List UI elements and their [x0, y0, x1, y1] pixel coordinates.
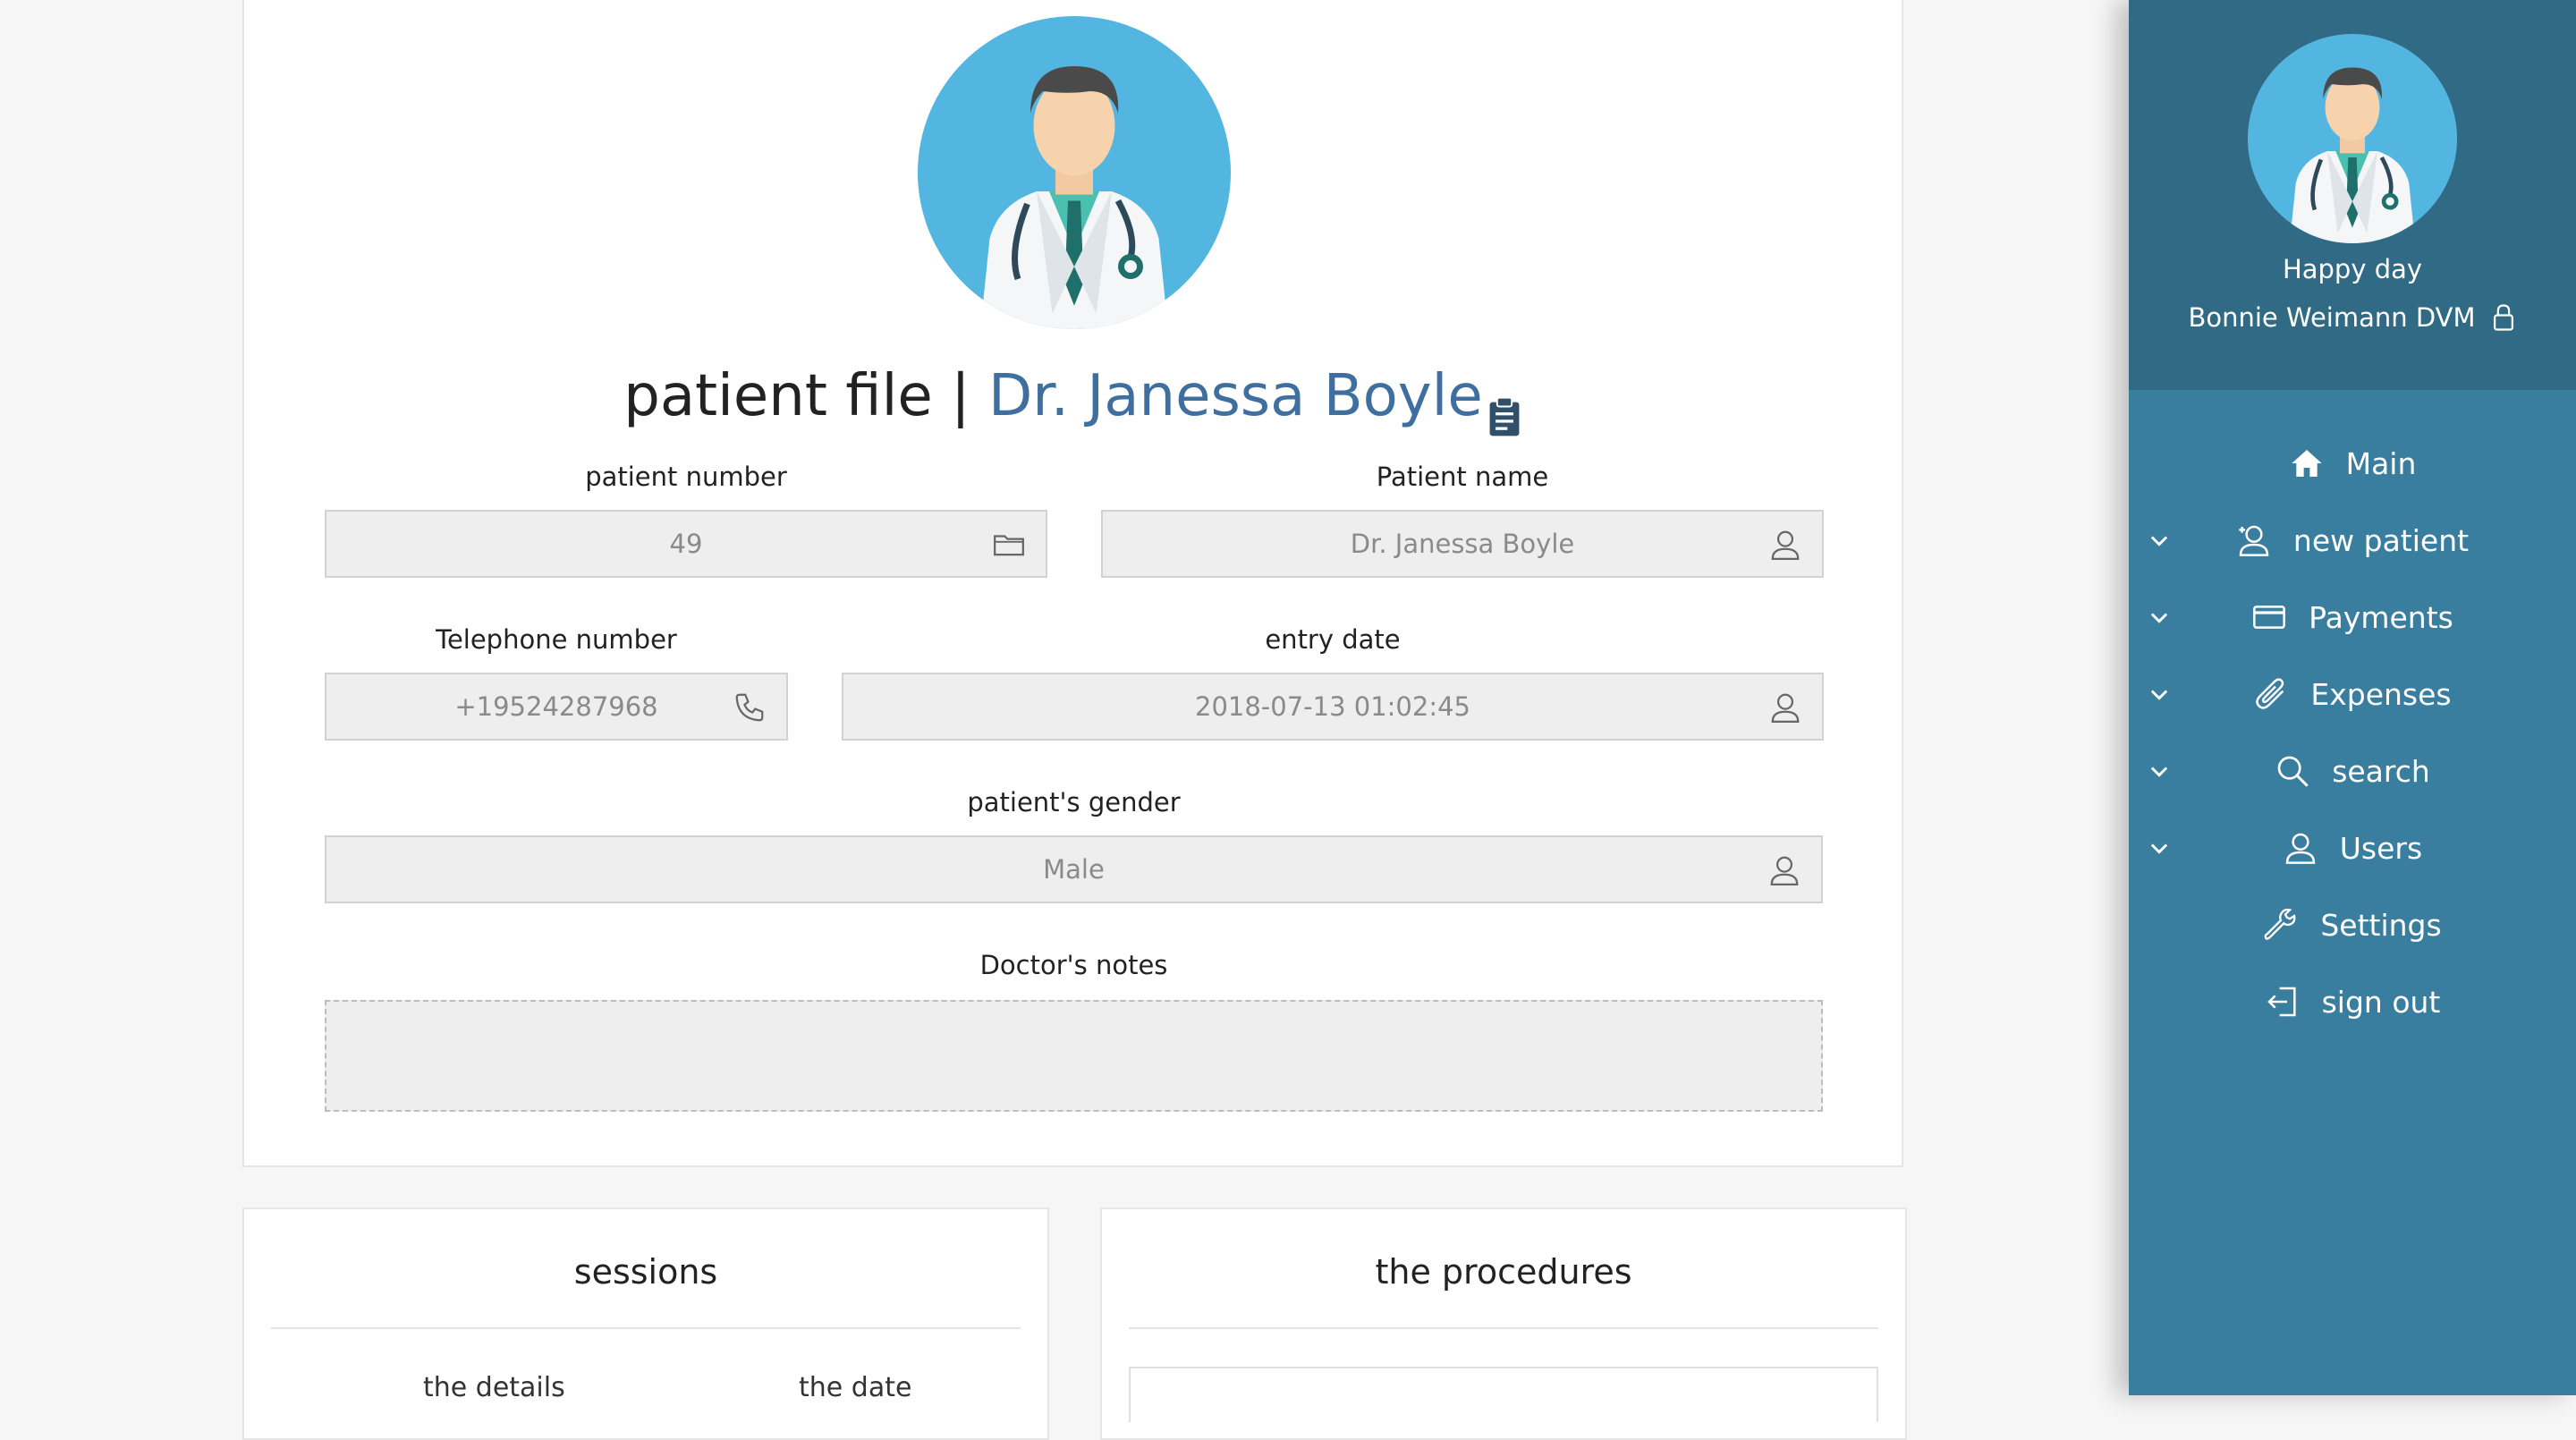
search-icon — [2277, 756, 2309, 787]
user-icon — [1771, 693, 1800, 723]
title-patient-name[interactable]: Dr. Janessa Boyle — [988, 363, 1483, 429]
doctor-avatar-icon — [2289, 67, 2416, 243]
add-user-icon — [2239, 525, 2269, 556]
sidebar-item-settings[interactable]: Settings — [2129, 889, 2576, 961]
greeting-text: Happy day — [2282, 254, 2423, 284]
wrench-icon — [2264, 908, 2296, 940]
sidebar-item-label: Payments — [2309, 599, 2453, 635]
clipboard-icon[interactable] — [1487, 378, 1522, 436]
gender-value: Male — [1043, 854, 1105, 885]
patient-number-field[interactable]: 49 — [325, 510, 1047, 578]
doctor-notes-field[interactable] — [325, 1000, 1823, 1112]
sidebar-item-search[interactable]: search — [2129, 735, 2576, 807]
sidebar-item-payments[interactable]: Payments — [2129, 581, 2576, 653]
patient-file-card: patient file | Dr. Janessa Boyle patient… — [242, 0, 1903, 1167]
patient-avatar — [918, 16, 1231, 329]
entry-date-field[interactable]: 2018-07-13 01:02:45 — [842, 673, 1824, 741]
patient-number-label: patient number — [585, 462, 787, 492]
sign-out-icon — [2267, 987, 2296, 1017]
user-name-row: Bonnie Weimann DVM — [2129, 302, 2576, 333]
procedures-divider — [1129, 1327, 1878, 1329]
procedures-card: the procedures — [1100, 1207, 1907, 1440]
folder-icon — [994, 535, 1024, 556]
sidebar-item-label: new patient — [2292, 522, 2470, 558]
patient-name-value: Dr. Janessa Boyle — [1350, 529, 1575, 559]
lock-icon[interactable] — [2490, 303, 2517, 332]
telephone-label: Telephone number — [436, 624, 677, 655]
sidebar-item-label: Main — [2345, 445, 2417, 481]
user-name: Bonnie Weimann DVM — [2188, 302, 2476, 333]
sidebar-item-label: Users — [2339, 830, 2423, 866]
sidebar-item-main[interactable]: Main — [2129, 428, 2576, 499]
entry-date-label: entry date — [1265, 624, 1401, 655]
user-icon — [2285, 833, 2316, 864]
sessions-col-details: the details — [423, 1372, 565, 1403]
page-title: patient file | Dr. Janessa Boyle — [244, 356, 1902, 436]
patient-name-label: Patient name — [1376, 462, 1549, 492]
home-icon — [2291, 450, 2322, 477]
gender-label: patient's gender — [967, 787, 1181, 817]
entry-date-value: 2018-07-13 01:02:45 — [1195, 691, 1470, 722]
user-avatar[interactable] — [2248, 34, 2457, 243]
sidebar-item-sign-out[interactable]: sign out — [2129, 966, 2576, 1038]
patient-name-field[interactable]: Dr. Janessa Boyle — [1101, 510, 1824, 578]
sidebar-item-label: Settings — [2320, 907, 2442, 943]
sessions-divider — [271, 1327, 1021, 1329]
title-prefix: patient file | — [623, 363, 989, 429]
telephone-value: +19524287968 — [454, 691, 658, 722]
sidebar-item-label: search — [2332, 753, 2430, 789]
sidebar-item-expenses[interactable]: Expenses — [2129, 658, 2576, 730]
doctor-notes-label: Doctor's notes — [979, 950, 1168, 980]
credit-card-icon — [2253, 606, 2286, 629]
user-icon — [1771, 530, 1800, 560]
sidebar-item-label: Expenses — [2310, 676, 2452, 712]
phone-icon — [735, 693, 764, 722]
sidebar-item-label: sign out — [2321, 984, 2441, 1020]
sidebar-item-new-patient[interactable]: new patient — [2129, 504, 2576, 576]
sessions-title: sessions — [573, 1252, 718, 1292]
paperclip-icon — [2256, 678, 2284, 709]
patient-number-value: 49 — [669, 529, 703, 559]
sidebar-header: Happy day Bonnie Weimann DVM — [2129, 0, 2576, 390]
gender-field[interactable]: Male — [325, 835, 1823, 903]
telephone-field[interactable]: +19524287968 — [325, 673, 788, 741]
procedures-title: the procedures — [1375, 1252, 1632, 1292]
procedures-search-box[interactable] — [1129, 1367, 1878, 1422]
sidebar: Happy day Bonnie Weimann DVM Main new pa… — [2129, 0, 2576, 1395]
sidebar-item-users[interactable]: Users — [2129, 812, 2576, 884]
sessions-col-date: the date — [799, 1372, 912, 1403]
doctor-avatar-icon — [980, 66, 1168, 329]
user-icon — [1770, 856, 1799, 885]
sessions-card: sessions the details the date — [242, 1207, 1049, 1440]
